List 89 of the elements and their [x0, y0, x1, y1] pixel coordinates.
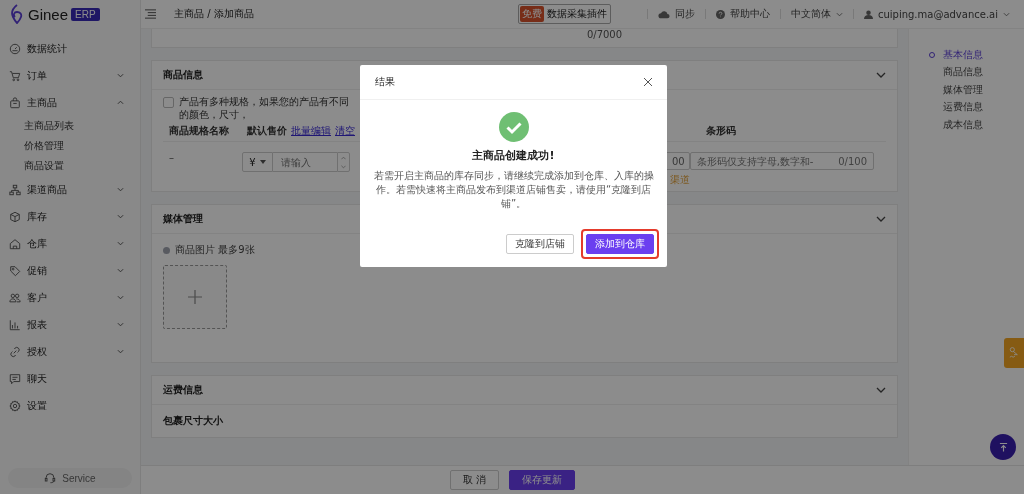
sidebar-item[interactable]: 库存: [0, 203, 140, 230]
chevron-icon: [1003, 11, 1010, 17]
character-counter: 0/7000: [586, 29, 623, 40]
pin-icon: [1009, 346, 1019, 360]
info-icon: [163, 246, 170, 254]
caret-icon: [259, 160, 266, 164]
breadcrumb: 主商品 / 添加商品: [174, 7, 255, 21]
close-icon[interactable]: [644, 78, 652, 86]
anchor-link[interactable]: 媒体管理: [929, 81, 1024, 99]
section-title: 商品信息: [163, 68, 203, 82]
column-header: 商品规格名称: [169, 124, 230, 138]
bag-icon: [9, 96, 21, 109]
anchor-link[interactable]: 商品信息: [929, 63, 1024, 81]
chevron-icon[interactable]: [876, 216, 886, 222]
cube-icon: [9, 210, 21, 223]
column-header: 默认售价: [247, 124, 287, 138]
sync-button[interactable]: 同步: [657, 7, 695, 21]
save-button[interactable]: 保存更新: [509, 470, 576, 490]
section-title: 媒体管理: [163, 212, 203, 226]
link-icon: [9, 345, 21, 358]
field-label: 包裹尺寸大小: [163, 415, 223, 426]
section-title: 运费信息: [163, 383, 203, 397]
clear-link[interactable]: 清空: [335, 124, 355, 138]
success-title: 主商品创建成功!: [472, 148, 555, 163]
cloud-icon: [657, 9, 670, 19]
hierarchy-icon: [9, 183, 21, 196]
sidebar-item[interactable]: 促销: [0, 257, 140, 284]
sidebar-item[interactable]: 客户: [0, 284, 140, 311]
hint-text: 商品图片 最多9张: [175, 243, 255, 257]
sidebar-item[interactable]: 主商品: [0, 89, 140, 116]
help-button[interactable]: 帮助中心: [715, 7, 770, 21]
plus-icon: [188, 290, 202, 304]
chevron-down-icon: [340, 164, 346, 169]
sidebar-item[interactable]: 订单: [0, 62, 140, 89]
warning-text: 渠道: [669, 173, 690, 187]
gauge-icon: [9, 42, 21, 55]
language-select[interactable]: 中文简体: [790, 7, 843, 21]
chevron-up-icon: [340, 155, 346, 160]
sidebar-item[interactable]: 授权: [0, 338, 140, 365]
column-header: 条形码: [706, 124, 737, 138]
user-menu[interactable]: cuiping.ma@advance.ai: [863, 8, 1010, 20]
menu-icon[interactable]: [145, 9, 156, 19]
house-icon: [9, 237, 21, 250]
user-icon: [863, 9, 873, 19]
success-check-icon: [498, 112, 529, 142]
currency-select[interactable]: ¥: [242, 152, 273, 172]
brand-badge: ERP: [71, 7, 100, 21]
cancel-button[interactable]: 取 消: [449, 470, 500, 490]
sidebar-item[interactable]: 数据统计: [0, 35, 140, 62]
plugin-label: 数据采集插件: [546, 7, 607, 21]
service-button[interactable]: Service: [8, 468, 132, 488]
table-cell-text: –: [169, 152, 175, 163]
anchor-link[interactable]: 基本信息: [929, 46, 1024, 64]
arrow-up-icon: [998, 442, 1008, 452]
plugin-button[interactable]: 免费 数据采集插件: [517, 4, 611, 24]
sidebar-item[interactable]: 渠道商品: [0, 176, 140, 203]
dialog-title: 结果: [375, 75, 395, 89]
checkbox[interactable]: [163, 97, 174, 108]
sidebar-item[interactable]: 报表: [0, 311, 140, 338]
bulk-edit-link[interactable]: 批量编辑: [291, 124, 331, 138]
sidebar-subitem[interactable]: 商品设置: [0, 156, 140, 176]
anchor-link[interactable]: 运费信息: [929, 98, 1024, 116]
price-input[interactable]: 请输入: [272, 152, 337, 172]
dialog-message: 若需开启主商品的库存同步，请继续完成添加到仓库、入库的操作。若需快速将主商品发布到渠道店铺售卖，请使用“克隆到店铺”。: [372, 169, 655, 211]
character-counter: 0/100: [838, 155, 867, 167]
chevron-icon: [835, 11, 843, 17]
clone-to-store-button[interactable]: 克隆到店铺: [506, 234, 574, 254]
people-icon: [9, 291, 21, 304]
brand-name: Ginee: [28, 5, 69, 23]
barcode-input[interactable]: 条形码仅支持字母,数字和-_ 0/100: [689, 152, 874, 170]
headset-icon: [44, 472, 57, 484]
sidebar-item[interactable]: 聊天: [0, 365, 140, 392]
chevron-icon[interactable]: [876, 387, 886, 393]
tag-icon: [9, 264, 21, 277]
bar-chart-icon: [9, 318, 21, 331]
help-icon: [715, 9, 725, 19]
cart-icon: [9, 69, 21, 82]
free-badge: 免费: [519, 6, 544, 22]
logo-icon: [9, 4, 25, 24]
add-to-warehouse-button[interactable]: 添加到仓库: [586, 234, 654, 254]
settings-icon: [9, 399, 21, 412]
sidebar-item[interactable]: 仓库: [0, 230, 140, 257]
chat-icon: [9, 372, 21, 385]
sidebar-subitem[interactable]: 主商品列表: [0, 116, 140, 136]
sidebar-item[interactable]: 设置: [0, 392, 140, 419]
sidebar-subitem[interactable]: 价格管理: [0, 136, 140, 156]
checkbox-label: 产品有多种规格，如果您的产品有不同的颜色，尺寸，: [179, 95, 350, 121]
chevron-icon[interactable]: [876, 72, 886, 78]
anchor-link[interactable]: 成本信息: [929, 116, 1024, 134]
